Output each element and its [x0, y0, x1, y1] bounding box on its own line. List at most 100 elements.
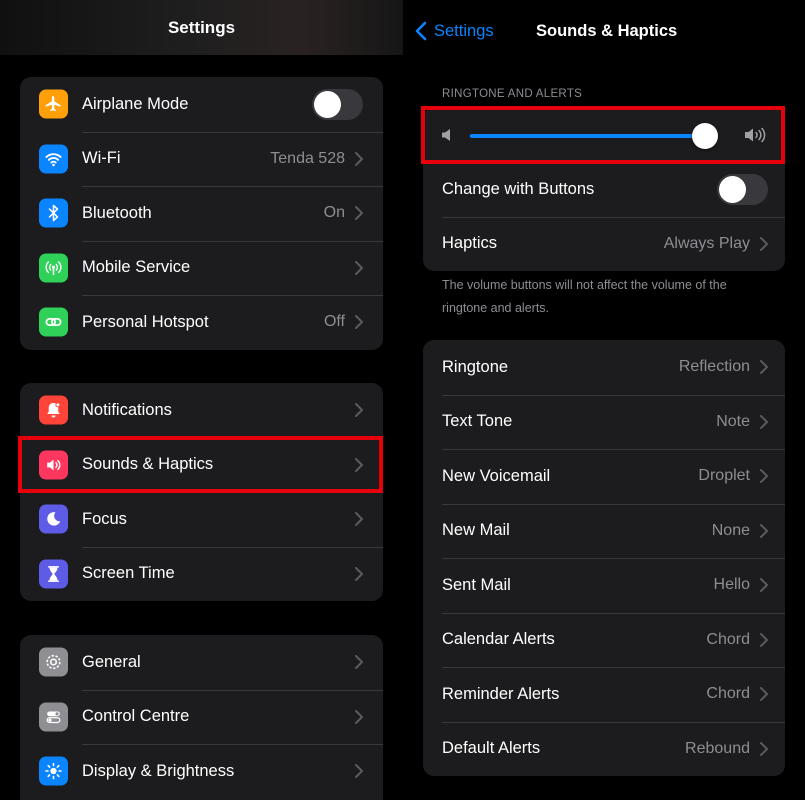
- settings-item-wifi[interactable]: Wi-Fi Tenda 528: [20, 131, 383, 187]
- antenna-icon: [39, 253, 68, 283]
- settings-group-notifications: Notifications Sounds & Haptics Focus Scr…: [20, 383, 383, 601]
- sound-item-sent-mail[interactable]: Sent Mail Hello: [423, 558, 785, 613]
- chevron-right-icon: [355, 206, 363, 221]
- chevron-right-icon: [760, 741, 768, 756]
- settings-item-label: Notifications: [82, 400, 172, 419]
- settings-item-label: Airplane Mode: [82, 94, 189, 113]
- sound-item-calendar-alerts[interactable]: Calendar Alerts Chord: [423, 612, 785, 668]
- sound-item-label: Sent Mail: [442, 575, 511, 594]
- sound-item-text-tone[interactable]: Text Tone Note: [423, 394, 785, 450]
- settings-item-airplane-mode[interactable]: Airplane Mode: [20, 77, 383, 132]
- settings-item-label: Focus: [82, 509, 127, 528]
- settings-item-control-centre[interactable]: Control Centre: [20, 689, 383, 745]
- sound-item-value: Chord: [706, 630, 750, 648]
- sound-item-ringtone[interactable]: Ringtone Reflection: [423, 340, 785, 395]
- chevron-right-icon: [355, 655, 363, 670]
- hotspot-status-value: Off: [323, 313, 345, 331]
- settings-item-bluetooth[interactable]: Bluetooth On: [20, 186, 383, 241]
- sound-item-default-alerts[interactable]: Default Alerts Rebound: [423, 721, 785, 777]
- page-title: Sounds & Haptics: [536, 22, 678, 40]
- settings-item-personal-hotspot[interactable]: Personal Hotspot Off: [20, 295, 383, 350]
- sound-item-value: Hello: [713, 576, 750, 594]
- moon-icon: [39, 504, 68, 534]
- volume-slider-row: [423, 108, 785, 162]
- sounds-haptics-panel: Settings Sounds & Haptics RINGTONE AND A…: [403, 0, 805, 800]
- chevron-right-icon: [355, 512, 363, 527]
- section-header: RINGTONE AND ALERTS: [442, 88, 583, 100]
- sound-item-new-voicemail[interactable]: New Voicemail Droplet: [423, 449, 785, 504]
- hourglass-icon: [39, 559, 68, 589]
- bell-icon: [39, 395, 68, 425]
- gear-icon: [39, 647, 68, 677]
- airplane-mode-toggle[interactable]: [312, 88, 363, 120]
- change-with-buttons-label: Change with Buttons: [442, 180, 595, 199]
- sound-item-value: Chord: [706, 685, 750, 703]
- settings-item-label: Screen Time: [82, 564, 175, 583]
- settings-item-label: Control Centre: [82, 707, 190, 726]
- settings-group-connectivity: Airplane Mode Wi-Fi Tenda 528 Bluetooth …: [20, 77, 383, 350]
- link-icon: [39, 307, 68, 337]
- haptics-label: Haptics: [442, 234, 498, 253]
- chevron-right-icon: [355, 315, 363, 330]
- settings-item-mobile-service[interactable]: Mobile Service: [20, 240, 383, 296]
- ringtone-alerts-group: Change with Buttons Haptics Always Play: [423, 108, 785, 271]
- airplane-icon: [39, 89, 68, 119]
- sound-item-label: New Mail: [442, 521, 510, 540]
- sound-item-value: Reflection: [678, 358, 750, 376]
- back-button[interactable]: Settings: [415, 21, 494, 41]
- chevron-right-icon: [760, 632, 768, 647]
- chevron-right-icon: [760, 360, 768, 375]
- sound-item-value: Note: [716, 412, 750, 430]
- wifi-network-value: Tenda 528: [270, 149, 345, 167]
- settings-item-sounds-haptics[interactable]: Sounds & Haptics: [20, 437, 383, 493]
- sound-item-label: Ringtone: [442, 357, 509, 376]
- settings-item-label: Display & Brightness: [82, 761, 235, 780]
- settings-item-label: Mobile Service: [82, 258, 191, 277]
- bluetooth-status-value: On: [323, 204, 345, 222]
- sound-item-label: Default Alerts: [442, 739, 541, 758]
- chevron-right-icon: [355, 457, 363, 472]
- switches-icon: [39, 702, 68, 732]
- change-with-buttons-toggle[interactable]: [717, 174, 768, 206]
- chevron-right-icon: [355, 709, 363, 724]
- settings-item-notifications[interactable]: Notifications: [20, 383, 383, 438]
- page-title: Settings: [167, 17, 236, 37]
- chevron-right-icon: [355, 403, 363, 418]
- sound-item-reminder-alerts[interactable]: Reminder Alerts Chord: [423, 667, 785, 722]
- sound-item-value: Rebound: [685, 739, 750, 757]
- settings-header: Settings: [0, 0, 403, 55]
- volume-slider[interactable]: [470, 134, 717, 138]
- settings-item-screen-time[interactable]: Screen Time: [20, 546, 383, 602]
- nav-bar: Settings Sounds & Haptics: [403, 0, 805, 64]
- settings-item-focus[interactable]: Focus: [20, 492, 383, 547]
- chevron-left-icon: [415, 21, 427, 41]
- settings-item-general[interactable]: General: [20, 635, 383, 690]
- settings-item-label: Wi-Fi: [82, 149, 121, 168]
- sound-item-new-mail[interactable]: New Mail None: [423, 503, 785, 559]
- bluetooth-icon: [39, 198, 68, 228]
- settings-item-display-brightness[interactable]: Display & Brightness: [20, 744, 383, 799]
- chevron-right-icon: [760, 414, 768, 429]
- settings-item-label: General: [82, 652, 141, 671]
- sound-item-value: Droplet: [698, 467, 750, 485]
- sound-item-label: Calendar Alerts: [442, 630, 555, 649]
- speaker-high-icon: [745, 127, 766, 143]
- volume-slider-fill: [470, 134, 705, 138]
- settings-item-label: Bluetooth: [82, 203, 152, 222]
- back-button-label: Settings: [434, 21, 494, 40]
- volume-slider-thumb[interactable]: [691, 123, 718, 149]
- sound-item-value: None: [711, 521, 750, 539]
- wifi-icon: [39, 144, 68, 174]
- toggle-knob: [314, 90, 341, 118]
- haptics-row[interactable]: Haptics Always Play: [423, 216, 785, 272]
- settings-item-label: Sounds & Haptics: [82, 455, 214, 474]
- haptics-value: Always Play: [663, 234, 750, 252]
- settings-item-label: Personal Hotspot: [82, 312, 209, 331]
- chevron-right-icon: [760, 523, 768, 538]
- sound-item-label: New Voicemail: [442, 466, 551, 485]
- sounds-list-group: Ringtone Reflection Text Tone Note New V…: [423, 340, 785, 776]
- speaker-low-icon: [442, 129, 450, 141]
- toggle-knob: [719, 176, 746, 204]
- settings-group-general: General Control Centre Display & Brightn…: [20, 635, 383, 800]
- sound-item-label: Reminder Alerts: [442, 684, 560, 703]
